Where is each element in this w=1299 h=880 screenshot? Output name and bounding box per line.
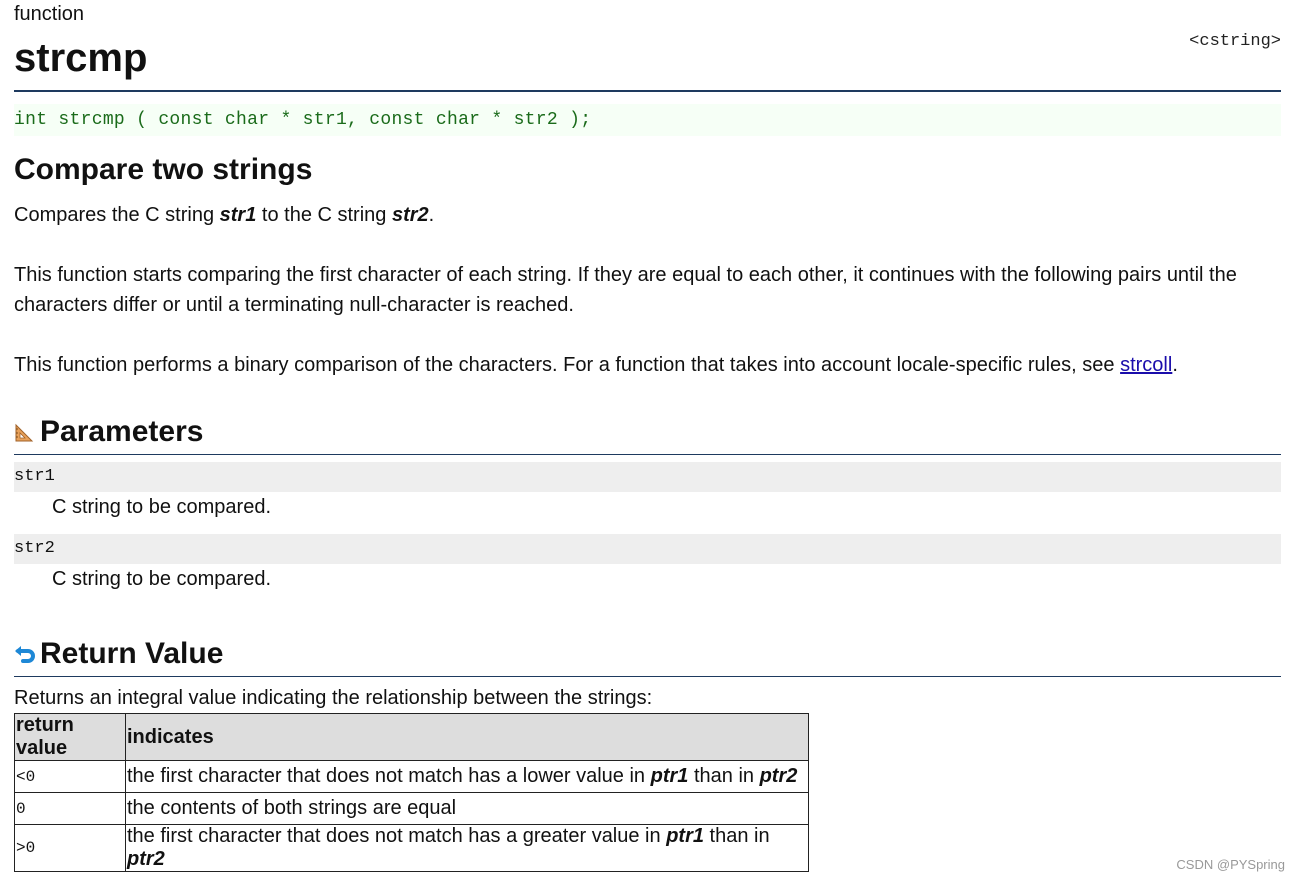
return-value-cell: <0 [14, 760, 126, 793]
indicates-cell: the first character that does not match … [125, 760, 809, 793]
title-row: strcmp <cstring> [14, 28, 1281, 92]
table-header-row: return value indicates [14, 713, 809, 761]
param-ref-str2: str2 [391, 204, 429, 226]
return-value-heading-row: Return Value [14, 632, 1281, 677]
description-paragraph-1: Compares the C string str1 to the C stri… [14, 204, 435, 226]
param-name-str1: str1 [14, 462, 1281, 492]
table-row: >0 the first character that does not mat… [14, 824, 809, 872]
return-value-cell: 0 [14, 792, 126, 825]
param-desc-str1: C string to be compared. [52, 496, 271, 518]
return-value-heading: Return Value [40, 637, 224, 670]
description-paragraph-2: This function starts comparing the first… [14, 264, 1237, 316]
table-row: <0 the first character that does not mat… [14, 760, 809, 793]
param-ref-str1: str1 [219, 204, 257, 226]
param-name-str2: str2 [14, 534, 1281, 564]
param-desc-str2: C string to be compared. [52, 568, 271, 590]
parameters-heading-row: Parameters [14, 410, 1281, 455]
function-prototype: int strcmp ( const char * str1, const ch… [14, 104, 1281, 136]
summary-heading: Compare two strings [14, 153, 313, 186]
description-paragraph-3: This function performs a binary comparis… [14, 354, 1178, 376]
watermark: CSDN @PYSpring [1176, 857, 1285, 872]
indicates-cell: the first character that does not match … [125, 824, 809, 872]
parameters-heading: Parameters [40, 415, 204, 448]
return-value-intro: Returns an integral value indicating the… [14, 687, 653, 709]
doc-page: function strcmp <cstring> int strcmp ( c… [14, 0, 1281, 872]
entity-kind: function [14, 3, 85, 25]
table-row: 0 the contents of both strings are equal [14, 792, 809, 825]
indicates-cell: the contents of both strings are equal [125, 792, 809, 825]
page-title: strcmp [14, 36, 148, 80]
header-file-label: <cstring> [1189, 32, 1281, 51]
set-square-icon [14, 421, 36, 443]
return-value-cell: >0 [14, 824, 126, 872]
return-value-table: return value indicates <0 the first char… [14, 713, 809, 872]
column-header-return-value: return value [14, 713, 126, 761]
return-arrow-icon [14, 643, 36, 665]
strcoll-link[interactable]: strcoll [1120, 354, 1172, 376]
column-header-indicates: indicates [125, 713, 809, 761]
